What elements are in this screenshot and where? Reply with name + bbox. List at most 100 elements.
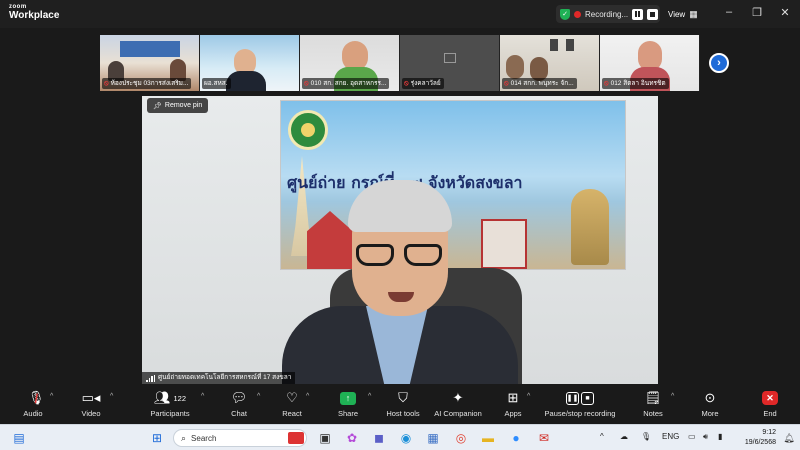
recording-dot-icon	[574, 10, 581, 18]
start-icon[interactable]: ⊞	[148, 429, 166, 447]
notes-options-caret-icon[interactable]: ^	[671, 393, 674, 400]
close-icon[interactable]: ✕	[778, 6, 792, 19]
end-label: End	[763, 409, 777, 418]
more-label: More	[701, 409, 719, 418]
pause-stop-recording-button[interactable]: ❚❚ ■ Pause/stop recording	[542, 389, 618, 421]
task-view-icon[interactable]: ▣	[316, 429, 334, 447]
participant-tile[interactable]: ⦸ ห้องประชุม 03การส่งเสริม...	[100, 35, 200, 91]
react-button[interactable]: ♡ React	[280, 389, 304, 421]
pause-stop-icon: ❚❚ ■	[566, 389, 594, 407]
tile-face	[506, 55, 524, 79]
tile-name: 012 สิตลา อินทรชิต	[610, 80, 666, 87]
chat-button[interactable]: 💬︎ Chat	[228, 389, 250, 421]
apps-options-caret-icon[interactable]: ^	[527, 393, 530, 400]
stop-recording-button[interactable]	[647, 8, 659, 20]
notes-button[interactable]: 🗒︎ Notes	[642, 389, 664, 421]
zoom-window: zoom Workplace ✓ Recording... View ▦ – ❐…	[0, 0, 800, 424]
network-icon[interactable]: ▭	[688, 432, 696, 441]
pinned-video[interactable]: ศูนย์ถ่าย กรณ์ที่ ๑๗ จังหวัดสงขลา	[142, 96, 658, 384]
banner-statue	[571, 189, 609, 265]
tile-label: ⦸ 010 สก. สกย. อุดสาหกรร...	[302, 78, 390, 89]
react-options-caret-icon[interactable]: ^	[306, 393, 309, 400]
stop-icon: ■	[581, 391, 594, 405]
battery-icon[interactable]: ▮	[718, 432, 722, 441]
search-icon: ⌕	[181, 432, 187, 443]
tile-label: ⦸ รุ่งคลาวัลย์	[402, 78, 444, 89]
participants-icon: 👥︎ 122	[153, 390, 187, 405]
notifications-icon[interactable]: 🔔︎	[780, 429, 798, 447]
widgets-icon[interactable]: ▤	[10, 429, 28, 447]
tile-name: รุ่งคลาวัลย์	[410, 80, 441, 87]
tile-name: 014 สกก. พนุทระ จัก...	[510, 80, 574, 87]
audio-label: Audio	[23, 409, 43, 418]
chevron-right-icon: ›	[717, 57, 721, 69]
view-button[interactable]: View ▦	[664, 5, 704, 23]
share-button[interactable]: ↑ Share	[336, 389, 360, 421]
search-placeholder: Search	[191, 433, 217, 443]
end-call-icon: ✕	[762, 391, 778, 405]
host-tools-button[interactable]: ⛉ Host tools	[385, 389, 421, 421]
banner-gate	[481, 219, 527, 269]
more-icon: ⊙	[704, 390, 716, 405]
banner-text: ศูนย์ถ่าย กรณ์ที่ ๑๗ จังหวัดสงขลา	[287, 173, 523, 192]
signal-strength-icon	[146, 374, 155, 382]
cloud-icon[interactable]: ☁	[620, 432, 628, 441]
clock-time: 9:12	[762, 429, 776, 436]
participants-options-caret-icon[interactable]: ^	[201, 393, 204, 400]
apps-button[interactable]: ⊞ Apps	[502, 389, 524, 421]
tray-overflow-icon[interactable]: ^	[600, 432, 604, 441]
audio-button[interactable]: 🎙︎ / Audio	[20, 389, 46, 421]
participants-button[interactable]: 👥︎ 122 Participants	[148, 389, 192, 421]
restore-icon[interactable]: ❐	[750, 6, 764, 19]
share-options-caret-icon[interactable]: ^	[368, 393, 371, 400]
participant-tile[interactable]: ⦸ 014 สกก. พนุทระ จัก...	[500, 35, 600, 91]
language-indicator[interactable]: ENG	[662, 432, 679, 441]
audio-options-caret-icon[interactable]: ^	[50, 393, 53, 400]
camera-icon: ▭◂	[81, 390, 101, 405]
react-label: React	[282, 409, 302, 418]
video-button[interactable]: ▭◂ Video	[78, 389, 104, 421]
edge-icon[interactable]: ◉	[397, 429, 415, 447]
ai-companion-button[interactable]: ✦ AI Companion	[432, 389, 484, 421]
participant-tile[interactable]: ⦸ 010 สก. สกย. อุดสาหกรร...	[300, 35, 400, 91]
banner-temple	[307, 211, 353, 269]
pause-recording-button[interactable]	[632, 8, 644, 20]
taskbar-clock[interactable]: 9:12 19/6/2568	[736, 428, 776, 448]
store-icon[interactable]: ▦	[424, 429, 442, 447]
zoom-app-icon[interactable]: ●	[507, 429, 525, 447]
copilot-icon[interactable]: ✿	[343, 429, 361, 447]
chrome-icon[interactable]: ◎	[452, 429, 470, 447]
recording-indicator[interactable]: ✓ Recording...	[556, 5, 660, 23]
mic-muted-icon: ⦸	[504, 80, 509, 87]
tile-label: ⦸ ห้องประชุม 03การส่งเสริม...	[102, 78, 192, 89]
tile-name: ผอ.สหส.	[204, 80, 228, 87]
participant-tile[interactable]: ⦸ 012 สิตลา อินทรชิต	[600, 35, 700, 91]
minimize-icon[interactable]: –	[722, 6, 736, 18]
chat-options-caret-icon[interactable]: ^	[257, 393, 260, 400]
mic-tray-icon[interactable]: 🎙︎	[641, 432, 651, 441]
speaker-name: ศูนย์ถ่ายทอดเทคโนโลยีการสหกรณ์ที่ 17 สงข…	[158, 374, 292, 381]
video-options-caret-icon[interactable]: ^	[110, 393, 113, 400]
video-off-icon	[444, 53, 456, 63]
teams-icon[interactable]: ◼	[370, 429, 388, 447]
notes-icon: 🗒︎	[644, 390, 662, 405]
next-page-button[interactable]: ›	[709, 53, 729, 73]
acrobat-icon[interactable]: ✉	[535, 429, 553, 447]
ai-companion-label: AI Companion	[434, 409, 482, 418]
encryption-shield-icon[interactable]: ✓	[560, 8, 570, 20]
stop-icon	[650, 11, 656, 17]
apps-label: Apps	[504, 409, 522, 418]
participant-tile[interactable]: ผอ.สหส.	[200, 35, 300, 91]
end-button[interactable]: ✕ End	[759, 389, 781, 421]
participant-tile[interactable]: ⦸ รุ่งคลาวัลย์	[400, 35, 500, 91]
agency-seal-logo	[288, 110, 328, 150]
speaker-name-tag: ศูนย์ถ่ายทอดเทคโนโลยีการสหกรณ์ที่ 17 สงข…	[142, 372, 296, 384]
file-explorer-icon[interactable]: ▬	[479, 429, 497, 447]
tile-label: ผอ.สหส.	[202, 78, 231, 89]
remove-pin-button[interactable]: 📌︎ Remove pin	[147, 98, 209, 113]
taskbar-search-input[interactable]: ⌕ Search	[173, 429, 307, 447]
volume-icon[interactable]: 🔊︎	[703, 432, 708, 442]
seal-center	[301, 123, 315, 137]
mic-muted-icon: 🎙︎ /	[27, 390, 45, 406]
more-button[interactable]: ⊙ More	[699, 389, 721, 421]
